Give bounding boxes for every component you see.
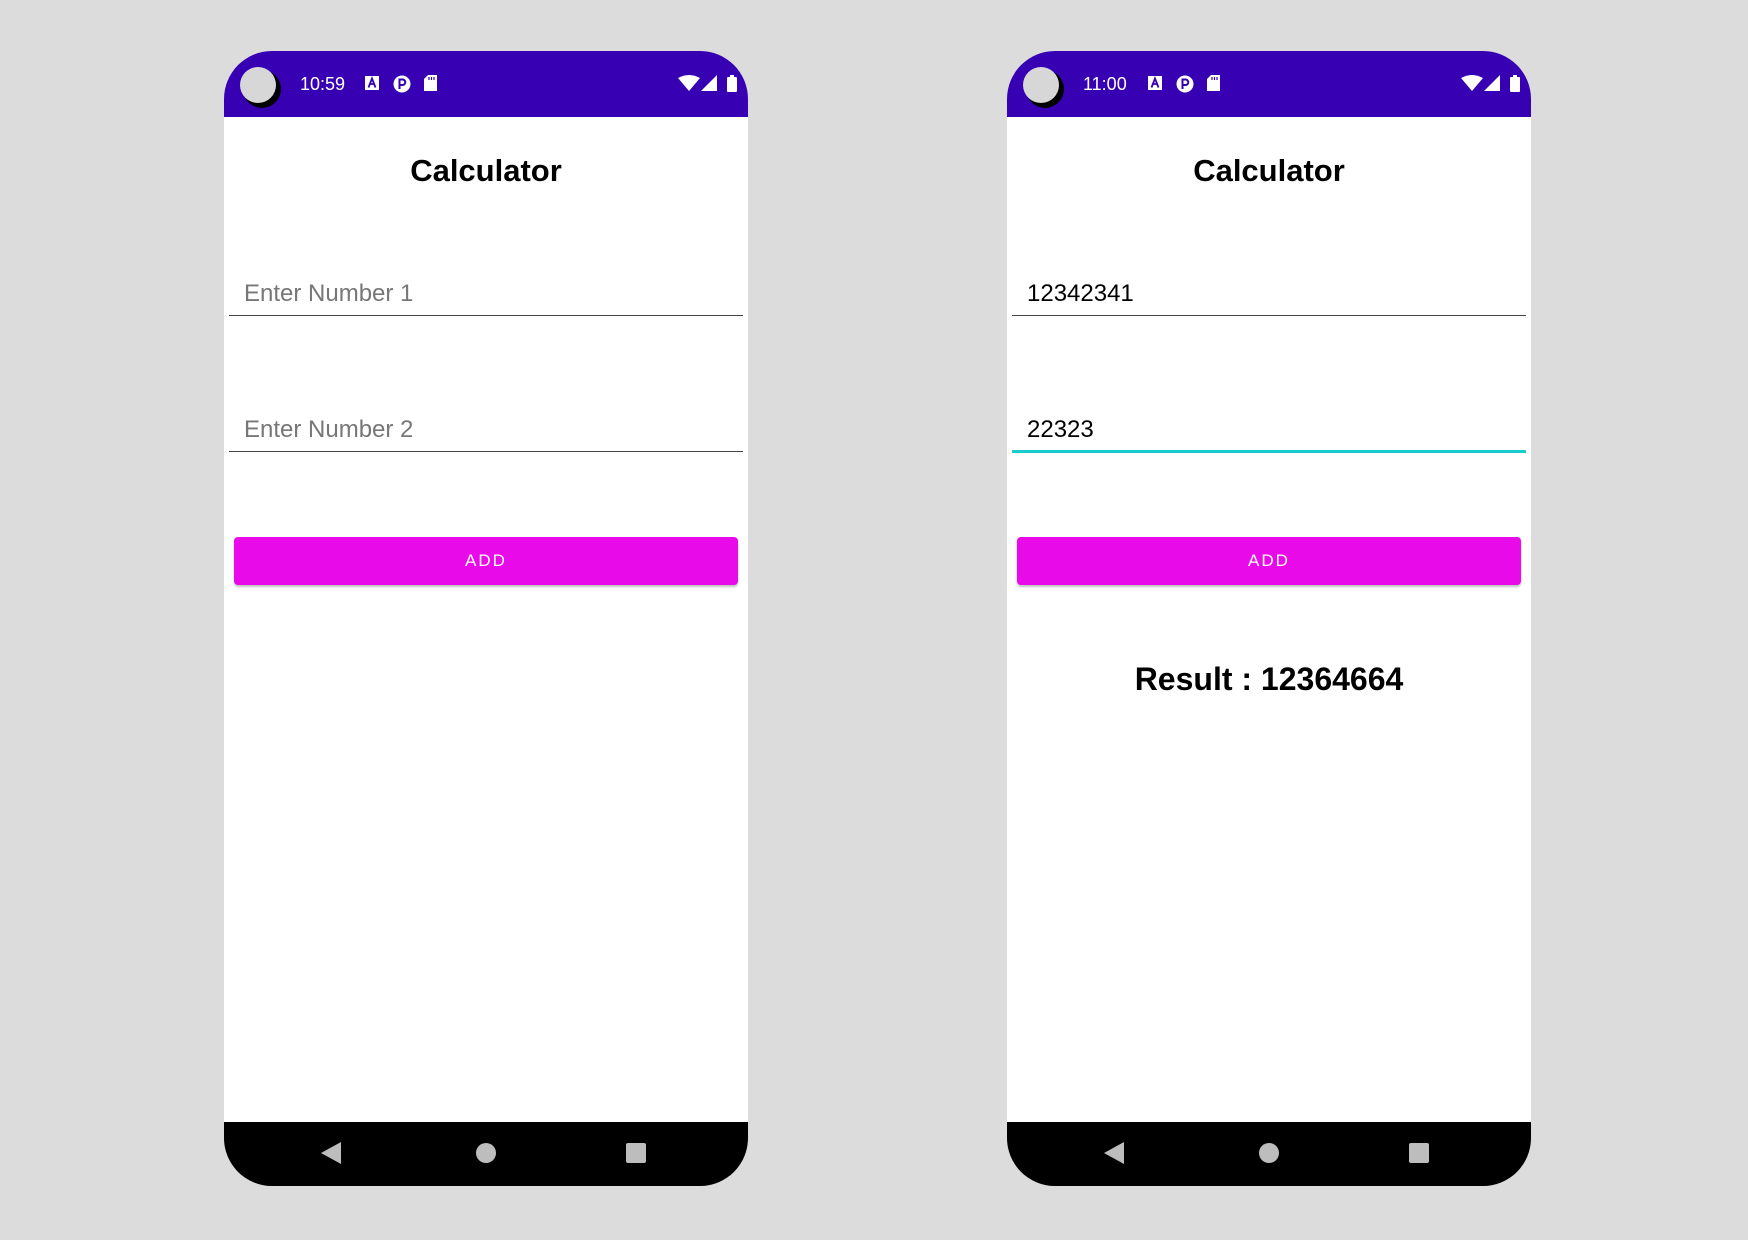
recents-icon[interactable] — [626, 1143, 646, 1163]
status-time: 10:59 — [300, 74, 346, 94]
sd-card-icon — [424, 75, 437, 91]
status-bar: 10:59 — [224, 51, 748, 117]
number2-underline-focused — [1012, 450, 1526, 453]
back-icon[interactable] — [1104, 1142, 1124, 1164]
number1-underline — [229, 315, 743, 316]
number2-input[interactable] — [1012, 410, 1526, 450]
navigation-bar — [224, 1122, 748, 1186]
home-icon[interactable] — [476, 1143, 496, 1163]
sd-card-icon — [1207, 75, 1220, 91]
page-title: Calculator — [1193, 153, 1345, 188]
home-icon[interactable] — [1259, 1143, 1279, 1163]
result-text: Result : 12364664 — [1134, 661, 1404, 697]
battery-icon — [1510, 75, 1520, 92]
number1-underline — [1012, 315, 1526, 316]
camera-cutout — [1023, 67, 1059, 103]
status-bar: 11:00 — [1007, 51, 1531, 117]
wifi-icon — [678, 75, 700, 91]
cell-signal-icon — [701, 75, 717, 91]
back-icon[interactable] — [321, 1142, 341, 1164]
p-circle-icon — [393, 75, 411, 93]
number2-field[interactable] — [229, 410, 743, 452]
number2-field[interactable] — [1012, 410, 1526, 453]
a-letter-icon — [1148, 76, 1162, 90]
p-circle-icon — [1176, 75, 1194, 93]
number1-input[interactable] — [229, 274, 743, 314]
phone-screen-after: 11:00 Calculator ADD Res — [1007, 51, 1531, 1186]
a-letter-icon — [365, 76, 379, 90]
add-button[interactable]: ADD — [234, 537, 738, 585]
phone-screen-before: 10:59 Calculator ADD — [224, 51, 748, 1186]
number2-input[interactable] — [229, 410, 743, 450]
navigation-bar — [1007, 1122, 1531, 1186]
wifi-icon — [1461, 75, 1483, 91]
cell-signal-icon — [1484, 75, 1500, 91]
status-time: 11:00 — [1083, 74, 1127, 94]
number1-field[interactable] — [1012, 274, 1526, 316]
page-title: Calculator — [410, 153, 562, 188]
recents-icon[interactable] — [1409, 1143, 1429, 1163]
number1-field[interactable] — [229, 274, 743, 316]
number1-input[interactable] — [1012, 274, 1526, 314]
number2-underline — [229, 451, 743, 452]
add-button[interactable]: ADD — [1017, 537, 1521, 585]
battery-icon — [727, 75, 737, 92]
camera-cutout — [240, 67, 276, 103]
